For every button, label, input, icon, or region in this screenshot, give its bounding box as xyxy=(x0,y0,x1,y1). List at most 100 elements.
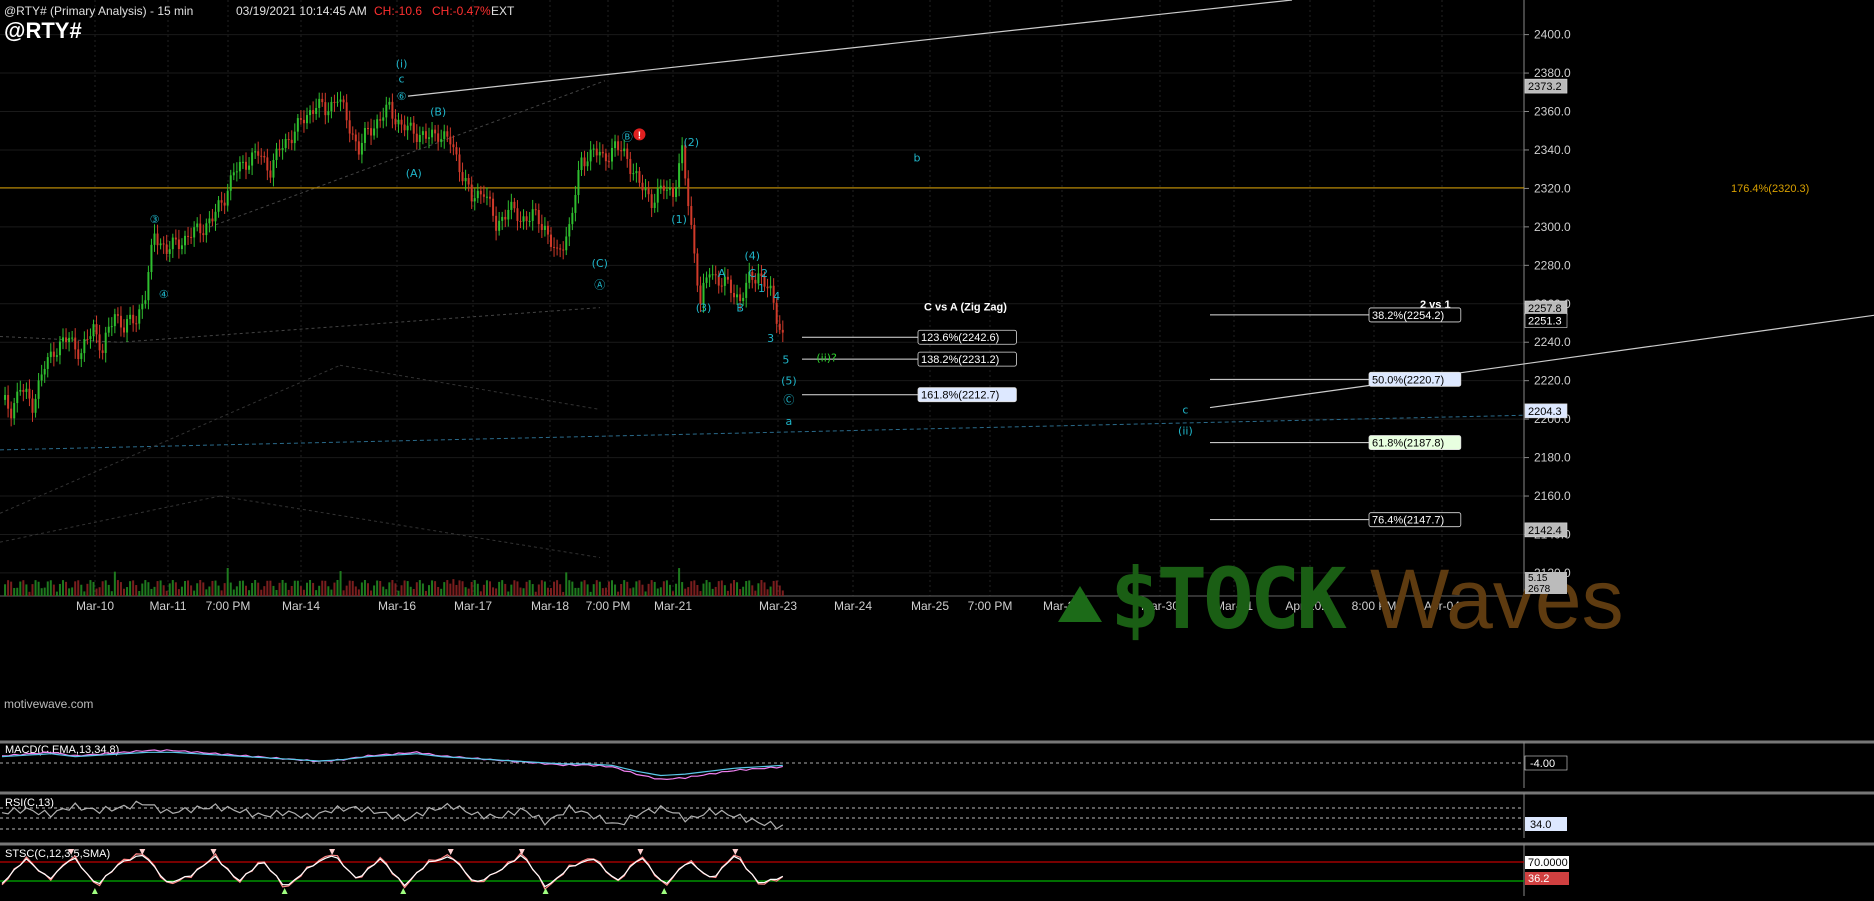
candle-body xyxy=(159,243,162,246)
volume-bar xyxy=(202,582,205,596)
volume-bar xyxy=(248,590,251,596)
volume-bar xyxy=(254,580,257,596)
candle-body xyxy=(498,220,501,231)
candle-body xyxy=(348,120,351,134)
candle-body xyxy=(690,206,693,225)
candle-body xyxy=(223,202,226,206)
candle-body xyxy=(315,107,318,114)
candle-body xyxy=(251,152,254,166)
wave-label: 5 xyxy=(782,353,789,366)
volume-bar xyxy=(373,585,376,596)
candle-body xyxy=(653,202,656,208)
volume-bar xyxy=(187,580,190,596)
candle-body xyxy=(77,349,80,360)
volume-bar xyxy=(684,588,687,596)
candle-body xyxy=(415,133,418,142)
tick-mar18: Mar-18 xyxy=(531,599,569,613)
candle-body xyxy=(528,220,531,222)
candle-body xyxy=(129,314,132,320)
volume-bar xyxy=(318,585,321,596)
volume-bar xyxy=(180,586,183,596)
tick-mar14: Mar-14 xyxy=(282,599,320,613)
volume-bar xyxy=(306,582,308,596)
candle-body xyxy=(269,170,272,178)
candle-body xyxy=(324,102,327,116)
candle-body xyxy=(162,243,165,245)
candle-body xyxy=(248,165,251,170)
volume-bar xyxy=(360,582,363,596)
volume-bar xyxy=(492,587,495,596)
y-tick-label: 2340.0 xyxy=(1534,143,1571,157)
candle-body xyxy=(464,178,467,182)
volume-bar xyxy=(52,584,55,596)
chart-canvas[interactable]: 2120.02140.02160.02180.02200.02220.02240… xyxy=(0,0,1874,896)
candle-body xyxy=(290,139,293,144)
volume-bar xyxy=(400,585,403,596)
candle-body xyxy=(318,98,321,108)
candle-body xyxy=(89,336,92,340)
candle-body xyxy=(470,184,473,202)
candle-body xyxy=(586,161,589,167)
volume-bar xyxy=(205,589,208,596)
change-points: CH:-10.6 xyxy=(374,4,423,18)
candle-body xyxy=(492,198,495,216)
volume-bar xyxy=(220,590,223,596)
fib-right-1-label: 50.0%(2220.7) xyxy=(1372,374,1444,386)
candle-body xyxy=(272,160,275,178)
volume-bar xyxy=(336,580,339,596)
candle-body xyxy=(739,294,742,302)
candle-body xyxy=(397,119,400,125)
candle-body xyxy=(232,172,235,176)
volume-bar xyxy=(708,582,711,596)
volume-bar xyxy=(19,581,22,596)
candle-body xyxy=(577,170,580,196)
volume-bar xyxy=(290,585,293,596)
candle-body xyxy=(516,208,519,221)
candle-body xyxy=(360,142,363,155)
volume-bar xyxy=(678,568,681,596)
volume-bar xyxy=(656,588,659,596)
volume-bar xyxy=(440,588,443,596)
candle-body xyxy=(55,355,58,357)
candle-body xyxy=(202,233,205,236)
volume-bar xyxy=(83,591,86,596)
fib-left-2-label: 161.8%(2212.7) xyxy=(921,390,999,402)
volume-bar xyxy=(589,591,592,596)
y-tick-label: 2160.0 xyxy=(1534,489,1571,503)
candle-body xyxy=(400,119,403,125)
candle-body xyxy=(391,101,394,119)
volume-bar xyxy=(553,581,556,596)
volume-bar xyxy=(519,587,522,596)
volume-bar xyxy=(147,582,150,596)
candle-body xyxy=(13,403,16,419)
volume-bar xyxy=(644,591,647,596)
fib-right-2-label: 61.8%(2187.8) xyxy=(1372,438,1444,450)
fib-left-0-label: 123.6%(2242.6) xyxy=(921,332,999,344)
volume-bar xyxy=(757,583,760,596)
volume-bar xyxy=(34,580,37,596)
candle-body xyxy=(534,209,537,211)
wave-label: (4) xyxy=(745,250,761,263)
candle-body xyxy=(86,339,89,341)
volume-bar xyxy=(196,583,199,596)
tick-mar24: Mar-24 xyxy=(834,599,872,613)
candle-body xyxy=(257,151,260,156)
candle-body xyxy=(595,148,598,156)
volume-bar xyxy=(449,583,452,596)
volume-bar xyxy=(141,583,144,596)
wave-label: A xyxy=(718,267,726,280)
logo-text-stock: $TOCK xyxy=(1110,550,1347,648)
candle-body xyxy=(418,134,421,142)
candle-body xyxy=(196,223,199,228)
candle-body xyxy=(550,234,552,247)
candle-body xyxy=(714,274,717,276)
candle-body xyxy=(778,323,781,330)
candle-body xyxy=(190,236,193,238)
candle-body xyxy=(16,391,19,404)
volume-bar xyxy=(101,581,104,596)
volume-bar xyxy=(641,584,644,596)
candle-body xyxy=(571,212,574,225)
candle-body xyxy=(537,210,540,225)
candle-body xyxy=(678,163,681,188)
candle-body xyxy=(119,315,122,328)
